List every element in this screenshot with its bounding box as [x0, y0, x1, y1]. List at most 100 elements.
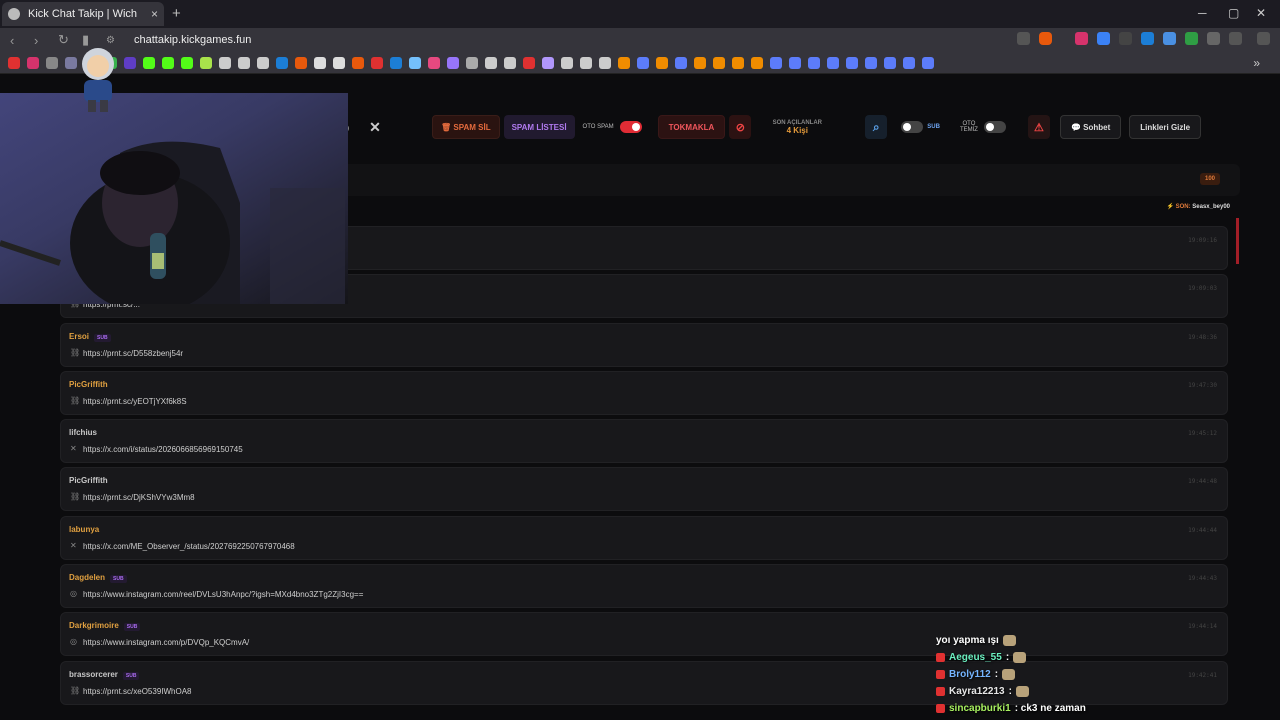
row-username[interactable]: Ersoi SUB — [69, 332, 111, 342]
tokmakla-button[interactable]: TOKMAKLA — [657, 115, 726, 139]
bookmark-favicon-icon[interactable] — [808, 56, 820, 69]
bookmark-favicon-icon[interactable] — [504, 56, 516, 69]
bookmark-favicon-icon[interactable] — [770, 56, 782, 69]
bookmark-favicon-icon[interactable] — [162, 56, 174, 69]
link-row[interactable]: PicGriffith ⛓ https://prnt.sc/DjKShVYw3Mm8… — [60, 467, 1228, 512]
brave-shield-icon[interactable] — [1039, 32, 1052, 45]
back-icon[interactable]: ‹ — [10, 33, 24, 48]
bookmark-favicon-icon[interactable] — [428, 56, 440, 69]
bookmark-favicon-icon[interactable] — [675, 56, 687, 69]
bookmark-favicon-icon[interactable] — [637, 56, 649, 69]
extension-icon[interactable] — [1163, 32, 1176, 45]
bookmark-favicon-icon[interactable] — [390, 56, 402, 69]
row-link[interactable]: https://x.com/ME_Observer_/status/202769… — [83, 542, 295, 551]
row-link[interactable]: https://www.instagram.com/reel/DVLsU3hAn… — [83, 590, 363, 599]
sidebar-icon[interactable] — [1229, 32, 1242, 45]
bookmark-favicon-icon[interactable] — [542, 56, 554, 69]
row-link[interactable]: https://prnt.sc/D558zbenj54r — [83, 349, 183, 358]
window-close-icon[interactable]: ✕ — [1256, 6, 1266, 20]
forward-icon[interactable]: › — [34, 33, 48, 48]
bookmark-favicon-icon[interactable] — [694, 56, 706, 69]
row-username[interactable]: labunya — [69, 525, 99, 534]
bookmark-favicon-icon[interactable] — [371, 56, 383, 69]
bookmark-favicon-icon[interactable] — [561, 56, 573, 69]
extension-icon[interactable] — [1119, 32, 1132, 45]
bookmark-favicon-icon[interactable] — [523, 56, 535, 69]
sub-toggle[interactable] — [901, 121, 924, 133]
linkleri-gizle-button[interactable]: Linkleri Gizle — [1129, 115, 1202, 139]
spam-sil-button[interactable]: 🗑 SPAM SİL — [432, 115, 500, 139]
bookmark-favicon-icon[interactable] — [618, 56, 630, 69]
row-link[interactable]: https://x.com/i/status/20260668569691507… — [83, 445, 243, 454]
bookmarks-overflow-icon[interactable]: » — [1253, 56, 1260, 70]
x-icon[interactable]: ✕ — [364, 116, 386, 138]
bookmark-favicon-icon[interactable] — [903, 56, 915, 69]
extension-icon[interactable] — [1097, 32, 1110, 45]
new-tab-icon[interactable]: + — [172, 5, 181, 22]
minimize-icon[interactable]: ─ — [1198, 6, 1207, 20]
row-username[interactable]: PicGriffith — [69, 380, 108, 389]
bookmark-favicon-icon[interactable] — [314, 56, 326, 69]
bookmark-favicon-icon[interactable] — [466, 56, 478, 69]
bookmark-favicon-icon[interactable] — [143, 56, 155, 69]
row-link[interactable]: https://prnt.sc/yEOTjYXf6k8S — [83, 397, 187, 406]
bookmark-favicon-icon[interactable] — [447, 56, 459, 69]
bookmark-favicon-icon[interactable] — [257, 56, 269, 69]
warning-icon[interactable]: ⚠ — [1027, 115, 1050, 139]
link-row[interactable]: lifchius ✕ https://x.com/i/status/20260668… — [60, 419, 1228, 464]
row-link[interactable]: https://www.instagram.com/p/DVQp_KQCmvA/ — [83, 638, 249, 647]
link-row[interactable]: PicGriffith ⛓ https://prnt.sc/yEOTjYXf6k8S… — [60, 370, 1228, 415]
bookmark-favicon-icon[interactable] — [46, 56, 58, 69]
browser-tab[interactable]: Kick Chat Takip | Wich × — [2, 2, 164, 26]
bookmark-favicon-icon[interactable] — [352, 56, 364, 69]
bookmark-favicon-icon[interactable] — [732, 56, 744, 69]
row-username[interactable]: lifchius — [69, 428, 97, 437]
maximize-icon[interactable]: ▢ — [1228, 6, 1239, 20]
sohbet-button[interactable]: 💬 Sohbet — [1059, 115, 1122, 139]
share-icon[interactable] — [1017, 32, 1030, 45]
bookmark-favicon-icon[interactable] — [276, 56, 288, 69]
bookmark-favicon-icon[interactable] — [181, 56, 193, 69]
url-field[interactable]: chattakip.kickgames.fun — [134, 34, 251, 46]
ban-icon[interactable]: ⊘ — [729, 115, 752, 139]
bookmark-favicon-icon[interactable] — [713, 56, 725, 69]
link-row[interactable]: Ersoi SUB ⛓ https://prnt.sc/D558zbenj54r 19:… — [60, 322, 1228, 367]
bookmark-favicon-icon[interactable] — [656, 56, 668, 69]
bookmark-favicon-icon[interactable] — [827, 56, 839, 69]
bookmark-favicon-icon[interactable] — [409, 56, 421, 69]
row-username[interactable]: Darkgrimoire SUB — [69, 621, 141, 632]
oto-spam-toggle[interactable] — [619, 121, 642, 133]
bookmark-favicon-icon[interactable] — [865, 56, 877, 69]
row-username[interactable]: PicGriffith — [69, 476, 108, 485]
link-row[interactable]: Dagdelen SUB ◎ https://www.instagram.com/re… — [60, 564, 1228, 609]
spam-listesi-button[interactable]: SPAM LİSTESİ — [503, 115, 575, 139]
bookmark-favicon-icon[interactable] — [124, 56, 136, 69]
oto-temiz-toggle[interactable] — [983, 121, 1006, 133]
link-row[interactable]: labunya ✕ https://x.com/ME_Observer_/statu… — [60, 515, 1228, 560]
scrollbar-thumb[interactable] — [1236, 218, 1239, 264]
search-icon[interactable]: ⌕ — [865, 115, 888, 139]
bookmark-favicon-icon[interactable] — [238, 56, 250, 69]
bookmark-favicon-icon[interactable] — [751, 56, 763, 69]
tab-close-icon[interactable]: × — [151, 7, 158, 21]
bookmark-favicon-icon[interactable] — [27, 56, 39, 69]
bookmark-favicon-icon[interactable] — [8, 56, 20, 69]
extensions-puzzle-icon[interactable] — [1207, 32, 1220, 45]
row-link[interactable]: https://prnt.sc/xeO539IWhOA8 — [83, 687, 192, 696]
bookmark-favicon-icon[interactable] — [200, 56, 212, 69]
extension-icon[interactable] — [1075, 32, 1088, 45]
reload-icon[interactable]: ↻ — [58, 32, 72, 48]
bookmark-favicon-icon[interactable] — [295, 56, 307, 69]
bookmark-favicon-icon[interactable] — [485, 56, 497, 69]
menu-icon[interactable] — [1257, 32, 1270, 45]
extension-icon[interactable] — [1185, 32, 1198, 45]
bookmark-favicon-icon[interactable] — [219, 56, 231, 69]
bookmark-favicon-icon[interactable] — [789, 56, 801, 69]
extension-icon[interactable] — [1141, 32, 1154, 45]
bookmark-favicon-icon[interactable] — [846, 56, 858, 69]
row-username[interactable]: brassorcerer SUB — [69, 670, 140, 680]
row-username[interactable]: Dagdelen SUB — [69, 573, 127, 584]
bookmark-favicon-icon[interactable] — [580, 56, 592, 69]
bookmark-favicon-icon[interactable] — [333, 56, 345, 69]
bookmark-favicon-icon[interactable] — [922, 56, 934, 69]
